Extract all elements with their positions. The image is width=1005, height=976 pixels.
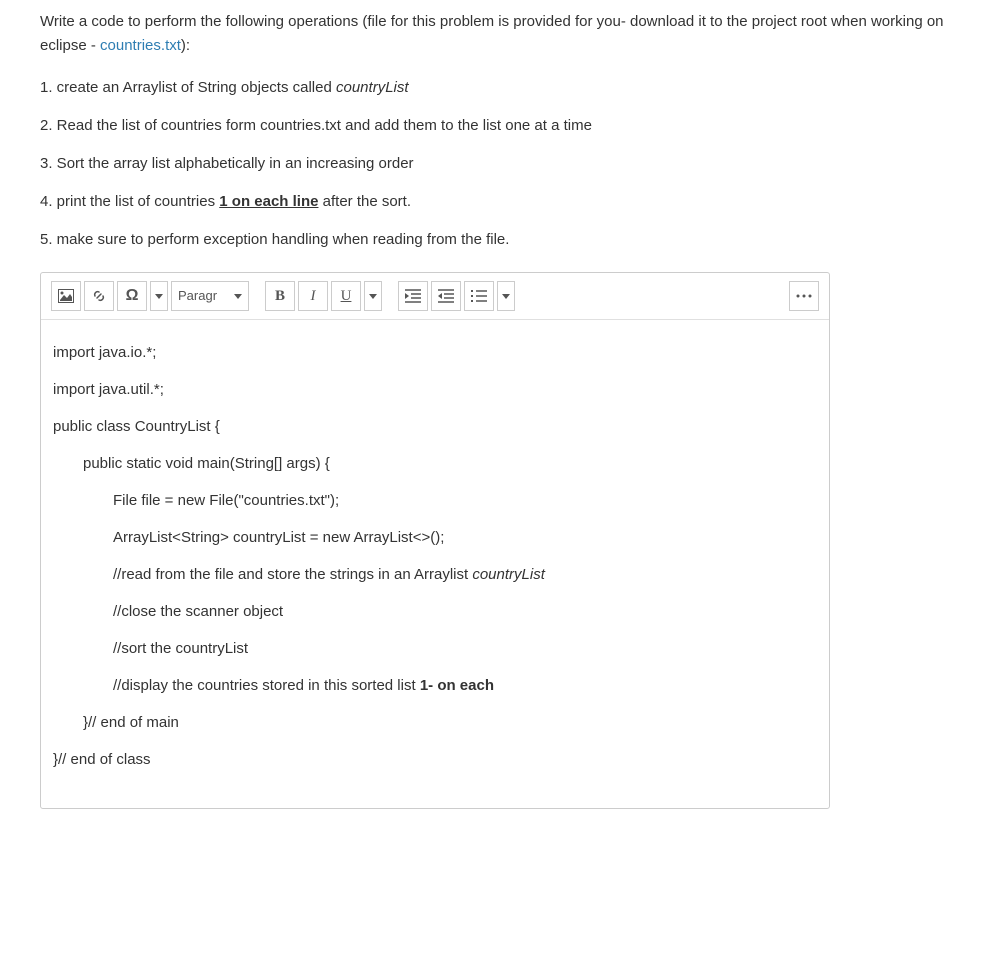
step-num: 5. bbox=[40, 231, 53, 248]
bold-button[interactable]: B bbox=[265, 281, 295, 311]
indent-left-icon bbox=[438, 289, 454, 303]
list-dropdown[interactable] bbox=[497, 281, 515, 311]
omega-dropdown[interactable] bbox=[150, 281, 168, 311]
indent-right-icon bbox=[405, 289, 421, 303]
editor-toolbar: Ω Paragr B I U bbox=[41, 273, 829, 320]
rich-text-editor: Ω Paragr B I U bbox=[40, 272, 830, 809]
step-text: Read the list of countries form countrie… bbox=[53, 117, 592, 134]
ellipsis-icon bbox=[796, 294, 812, 298]
chevron-down-icon bbox=[155, 294, 163, 299]
step-text: make sure to perform exception handling … bbox=[53, 231, 510, 248]
code-line: import java.io.*; bbox=[53, 342, 817, 363]
step-5: 5. make sure to perform exception handli… bbox=[40, 228, 965, 252]
italic-button[interactable]: I bbox=[298, 281, 328, 311]
indent-left-button[interactable] bbox=[431, 281, 461, 311]
paragraph-label: Paragr bbox=[178, 286, 217, 307]
chevron-down-icon bbox=[234, 294, 242, 299]
code-line: //read from the file and store the strin… bbox=[53, 564, 817, 585]
code-line: public class CountryList { bbox=[53, 416, 817, 437]
underline-icon: U bbox=[341, 284, 352, 308]
image-icon bbox=[58, 289, 74, 303]
step-text-b: after the sort. bbox=[318, 193, 411, 210]
step-num: 2. bbox=[40, 117, 53, 134]
steps-list: 1. create an Arraylist of String objects… bbox=[40, 76, 965, 252]
more-button[interactable] bbox=[789, 281, 819, 311]
step-italic: countryList bbox=[336, 79, 409, 96]
paragraph-dropdown[interactable]: Paragr bbox=[171, 281, 249, 311]
chevron-down-icon bbox=[502, 294, 510, 299]
code-line: }// end of class bbox=[53, 749, 817, 770]
step-emphasis: 1 on each line bbox=[219, 193, 318, 210]
step-num: 4. bbox=[40, 193, 53, 210]
code-line: File file = new File("countries.txt"); bbox=[53, 490, 817, 511]
image-button[interactable] bbox=[51, 281, 81, 311]
step-2: 2. Read the list of countries form count… bbox=[40, 114, 965, 138]
omega-icon: Ω bbox=[126, 283, 139, 309]
italic-icon: I bbox=[311, 284, 316, 308]
link-button[interactable] bbox=[84, 281, 114, 311]
indent-right-button[interactable] bbox=[398, 281, 428, 311]
chevron-down-icon bbox=[369, 294, 377, 299]
step-3: 3. Sort the array list alphabetically in… bbox=[40, 152, 965, 176]
underline-dropdown[interactable] bbox=[364, 281, 382, 311]
code-line: ArrayList<String> countryList = new Arra… bbox=[53, 527, 817, 548]
comment-text: //display the countries stored in this s… bbox=[113, 677, 420, 694]
step-text: Sort the array list alphabetically in an… bbox=[53, 155, 414, 172]
editor-content-area[interactable]: import java.io.*; import java.util.*; pu… bbox=[41, 320, 829, 808]
countries-link[interactable]: countries.txt bbox=[100, 37, 181, 54]
code-line: //display the countries stored in this s… bbox=[53, 675, 817, 696]
link-icon bbox=[91, 288, 107, 304]
list-icon bbox=[471, 289, 487, 303]
intro-paragraph: Write a code to perform the following op… bbox=[40, 10, 965, 58]
underline-button[interactable]: U bbox=[331, 281, 361, 311]
step-4: 4. print the list of countries 1 on each… bbox=[40, 190, 965, 214]
code-line: }// end of main bbox=[53, 712, 817, 733]
intro-text-2: ): bbox=[181, 37, 190, 54]
list-button[interactable] bbox=[464, 281, 494, 311]
step-text: print the list of countries bbox=[53, 193, 220, 210]
code-line: //close the scanner object bbox=[53, 601, 817, 622]
step-text: create an Arraylist of String objects ca… bbox=[53, 79, 336, 96]
problem-description: Write a code to perform the following op… bbox=[40, 10, 965, 252]
step-num: 3. bbox=[40, 155, 53, 172]
comment-italic: countryList bbox=[472, 566, 545, 583]
code-line: //sort the countryList bbox=[53, 638, 817, 659]
code-line: public static void main(String[] args) { bbox=[53, 453, 817, 474]
code-line: import java.util.*; bbox=[53, 379, 817, 400]
bold-icon: B bbox=[275, 284, 285, 308]
comment-text: //read from the file and store the strin… bbox=[113, 566, 472, 583]
step-1: 1. create an Arraylist of String objects… bbox=[40, 76, 965, 100]
omega-button[interactable]: Ω bbox=[117, 281, 147, 311]
comment-bold: 1- on each bbox=[420, 677, 494, 694]
step-num: 1. bbox=[40, 79, 53, 96]
